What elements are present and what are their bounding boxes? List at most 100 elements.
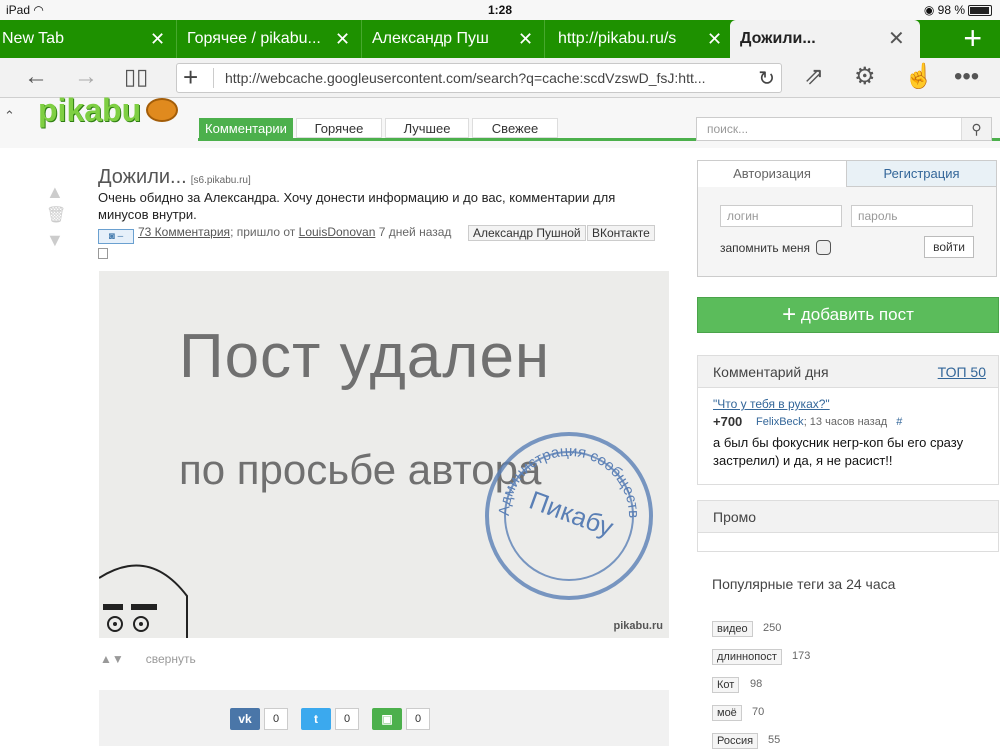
tab-alexandr[interactable]: Александр Пуш ✕ <box>362 20 545 58</box>
image-watermark: pikabu.ru <box>613 620 663 632</box>
tab-login[interactable]: Авторизация <box>698 161 846 187</box>
save-share-icon[interactable]: ▣ <box>372 708 402 730</box>
popular-tag-count: 173 <box>792 650 811 662</box>
nav-best[interactable]: Лучшее <box>385 118 469 138</box>
add-post-label: добавить пост <box>800 305 914 324</box>
back-arrow-icon[interactable]: ← <box>24 62 48 92</box>
new-tab-plus-icon[interactable]: + <box>963 22 982 54</box>
tab-dozhili-active[interactable]: Дожили... ✕ <box>730 20 920 58</box>
tab-label: http://pikabu.ru/s <box>558 30 677 47</box>
stamp-seal-icon: Администрация сообщества Пикабу <box>479 426 653 600</box>
popular-tag[interactable]: видео <box>712 621 753 637</box>
promo-header: Промо <box>698 501 998 533</box>
close-tab-icon[interactable]: ✕ <box>888 20 905 58</box>
popular-tag-count: 55 <box>768 734 781 746</box>
comment-user-link[interactable]: FelixBeck <box>756 416 804 428</box>
comment-meta: FelixBeck; 13 часов назад # <box>756 416 902 428</box>
remember-checkbox[interactable] <box>816 240 831 255</box>
post-tag[interactable]: ВКонтакте <box>587 225 655 241</box>
comment-text: а был бы фокусник негр-коп бы его сразу … <box>713 435 964 468</box>
close-tab-icon[interactable]: ✕ <box>150 20 165 58</box>
post-source[interactable]: [s6.pikabu.ru] <box>191 175 251 186</box>
gesture-hand-icon[interactable]: ☝ <box>904 62 934 92</box>
password-field[interactable]: пароль <box>851 205 973 227</box>
comment-time: ; 13 часов назад <box>803 416 888 428</box>
auth-box: Авторизация Регистрация логин пароль зап… <box>697 160 997 277</box>
collapse-header-chevron-icon[interactable]: ⌃ <box>4 108 15 124</box>
search-input[interactable]: поиск... <box>707 122 748 136</box>
nav-comments[interactable]: Комментарии <box>199 118 293 138</box>
close-tab-icon[interactable]: ✕ <box>335 20 350 58</box>
tab-label: Горячее / pikabu... <box>187 30 321 47</box>
vk-share-icon[interactable]: vk <box>230 708 260 730</box>
comment-anchor-link[interactable]: # <box>896 416 902 428</box>
post-title: Дожили... [s6.pikabu.ru] <box>98 166 251 189</box>
tab-pikabu-url[interactable]: http://pikabu.ru/s ✕ <box>545 20 730 58</box>
add-bookmark-plus-icon[interactable]: + <box>183 62 198 93</box>
save-icon[interactable] <box>98 248 108 259</box>
nav-hot[interactable]: Горячее <box>296 118 382 138</box>
meme-face-drawing <box>99 564 188 638</box>
upvote-arrow-icon[interactable]: ▲ <box>46 182 64 203</box>
site-logo[interactable]: pikabu <box>38 92 141 129</box>
clock: 1:28 <box>487 3 513 17</box>
url-text[interactable]: http://webcache.googleusercontent.com/se… <box>225 70 745 86</box>
share-icon[interactable]: ⇗ <box>804 62 824 92</box>
post-time: 7 дней назад <box>378 225 452 239</box>
bookmarks-book-icon[interactable]: ▯▯ <box>124 62 148 92</box>
post-image: Пост удален по просьбе автора Администра… <box>99 271 669 638</box>
site-search[interactable]: поиск... ⚲ <box>696 117 992 141</box>
vote-small-icons[interactable]: ▲▼ <box>100 652 124 666</box>
comment-post-link[interactable]: "Что у тебя в руках?" <box>713 397 830 411</box>
address-bar[interactable]: + http://webcache.googleusercontent.com/… <box>176 62 782 93</box>
downvote-arrow-icon[interactable]: ▼ <box>46 230 64 251</box>
tab-register[interactable]: Регистрация <box>846 161 996 187</box>
close-tab-icon[interactable]: ✕ <box>518 20 533 58</box>
twitter-share-icon[interactable]: t <box>301 708 331 730</box>
popular-tag-count: 250 <box>763 622 782 634</box>
tab-label: Александр Пуш <box>372 30 489 47</box>
top50-link[interactable]: ТОП 50 <box>938 364 986 380</box>
post-title-text[interactable]: Дожили... <box>98 166 187 188</box>
share-count: 0 <box>264 708 288 730</box>
add-post-button[interactable]: + добавить пост <box>697 297 999 333</box>
tab-pikabu-hot[interactable]: Горячее / pikabu... ✕ <box>177 20 362 58</box>
popular-tag[interactable]: моё <box>712 705 742 721</box>
post-tag[interactable]: Александр Пушной <box>468 225 586 241</box>
popular-tag[interactable]: длиннопост <box>712 649 782 665</box>
collapse-link[interactable]: свернуть <box>146 652 196 666</box>
comments-link[interactable]: 73 Комментария <box>138 225 230 239</box>
logo-mascot-icon <box>146 98 178 122</box>
browser-tab-bar: New Tab ✕ Горячее / pikabu... ✕ Александ… <box>0 20 1000 58</box>
battery-icon <box>968 5 992 16</box>
tab-label: Дожили... <box>740 30 816 47</box>
search-icon[interactable]: ⚲ <box>961 118 991 140</box>
gear-icon[interactable]: ⚙ <box>854 62 876 92</box>
tab-new-tab[interactable]: New Tab ✕ <box>0 20 177 58</box>
nav-fresh[interactable]: Свежее <box>472 118 558 138</box>
stamp-inner-text: Пикабу <box>525 485 617 543</box>
post-footer: ▲▼ свернуть <box>100 652 196 666</box>
popular-tag[interactable]: Россия <box>712 733 759 749</box>
close-tab-icon[interactable]: ✕ <box>707 20 722 58</box>
location-icon: ◉ <box>923 3 935 17</box>
forward-arrow-icon[interactable]: → <box>74 62 98 92</box>
popular-tag[interactable]: Кот <box>712 677 740 693</box>
author-link[interactable]: LouisDonovan <box>299 225 376 239</box>
trash-icon[interactable]: 🗑 <box>46 205 66 225</box>
ios-status-bar: iPad ◠ 1:28 ◉ 98 % <box>0 0 1000 20</box>
share-bar: vk 0 t 0 ▣ 0 <box>99 690 669 746</box>
post-description: Очень обидно за Александра. Хочу донести… <box>98 190 616 222</box>
divider <box>213 68 214 88</box>
comment-of-day-header: Комментарий дня ТОП 50 <box>698 356 998 388</box>
comment-of-day-box: Комментарий дня ТОП 50 "Что у тебя в рук… <box>697 355 999 485</box>
popular-tags-title: Популярные теги за 24 часа <box>712 576 896 592</box>
login-button[interactable]: войти <box>924 236 974 258</box>
reload-icon[interactable]: ↻ <box>758 66 775 91</box>
login-field[interactable]: логин <box>720 205 842 227</box>
popular-tag-count: 70 <box>752 706 765 718</box>
popular-tag-count: 98 <box>750 678 763 690</box>
more-menu-icon[interactable]: ••• <box>954 62 979 92</box>
battery-indicator: ◉ 98 % <box>924 3 992 17</box>
post-meta: ◙ – 73 Комментария; пришло от LouisDonova… <box>98 225 451 244</box>
